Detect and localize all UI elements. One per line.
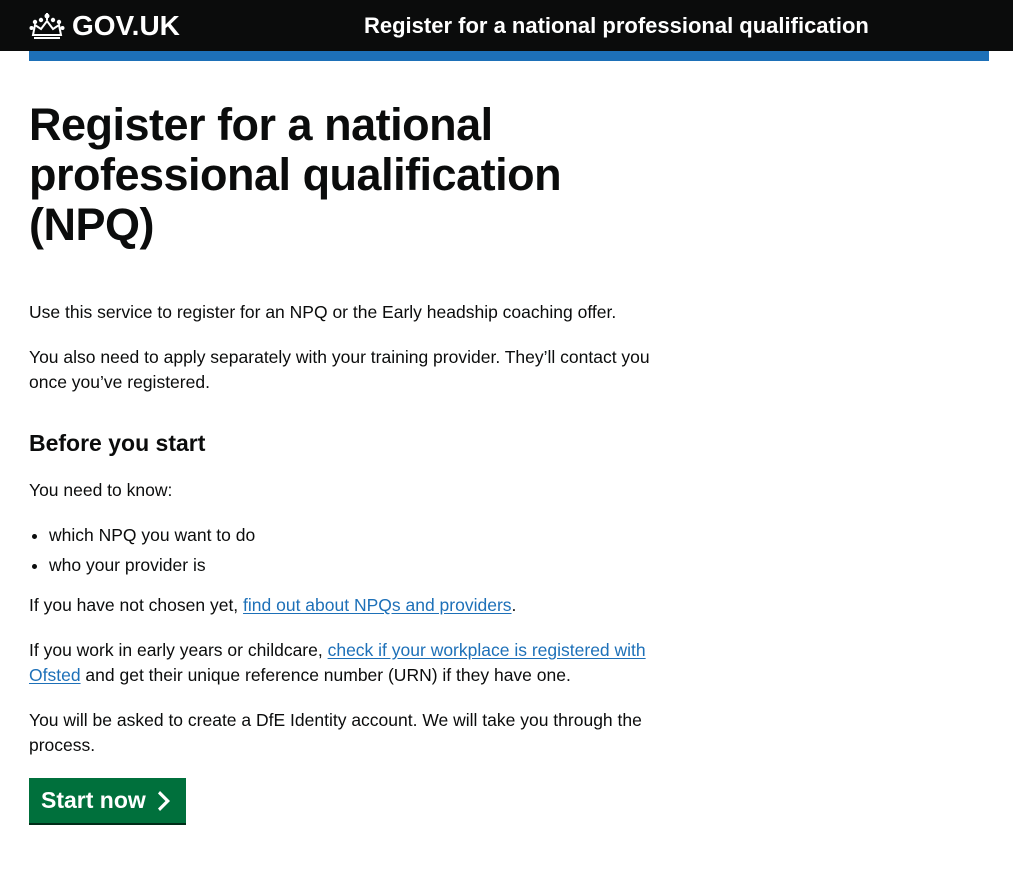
crown-icon xyxy=(29,13,65,39)
intro-paragraph: Use this service to register for an NPQ … xyxy=(29,302,617,322)
early-years-suffix: and get their unique reference number (U… xyxy=(80,665,571,685)
start-now-label: Start now xyxy=(41,787,146,813)
start-now-button[interactable]: Start now xyxy=(29,778,186,823)
need-to-know-paragraph: You need to know: xyxy=(29,480,173,500)
apply-separately-paragraph: You also need to apply separately with y… xyxy=(29,347,650,392)
early-years-paragraph: If you work in early years or childcare,… xyxy=(29,638,654,688)
requirements-list: which NPQ you want to do who your provid… xyxy=(29,523,659,578)
not-chosen-paragraph: If you have not chosen yet, find out abo… xyxy=(29,593,659,618)
govuk-logo-link[interactable]: GOV.UK xyxy=(29,8,180,44)
identity-paragraph: You will be asked to create a DfE Identi… xyxy=(29,710,642,755)
find-out-npqs-link[interactable]: find out about NPQs and providers xyxy=(243,595,512,615)
early-years-prefix: If you work in early years or childcare, xyxy=(29,640,328,660)
site-header: GOV.UK Register for a national professio… xyxy=(0,0,1013,51)
main-content: Register for a national professional qua… xyxy=(29,100,659,823)
logo-text: GOV.UK xyxy=(72,10,180,41)
chevron-right-icon xyxy=(157,790,170,811)
before-you-start-heading: Before you start xyxy=(29,430,206,456)
list-item: which NPQ you want to do xyxy=(49,523,659,548)
service-name-link[interactable]: Register for a national professional qua… xyxy=(364,10,869,42)
list-item: who your provider is xyxy=(49,553,659,578)
header-blue-border xyxy=(29,51,989,61)
page-title: Register for a national professional qua… xyxy=(29,99,562,250)
not-chosen-prefix: If you have not chosen yet, xyxy=(29,595,244,615)
not-chosen-suffix: . xyxy=(511,595,517,615)
